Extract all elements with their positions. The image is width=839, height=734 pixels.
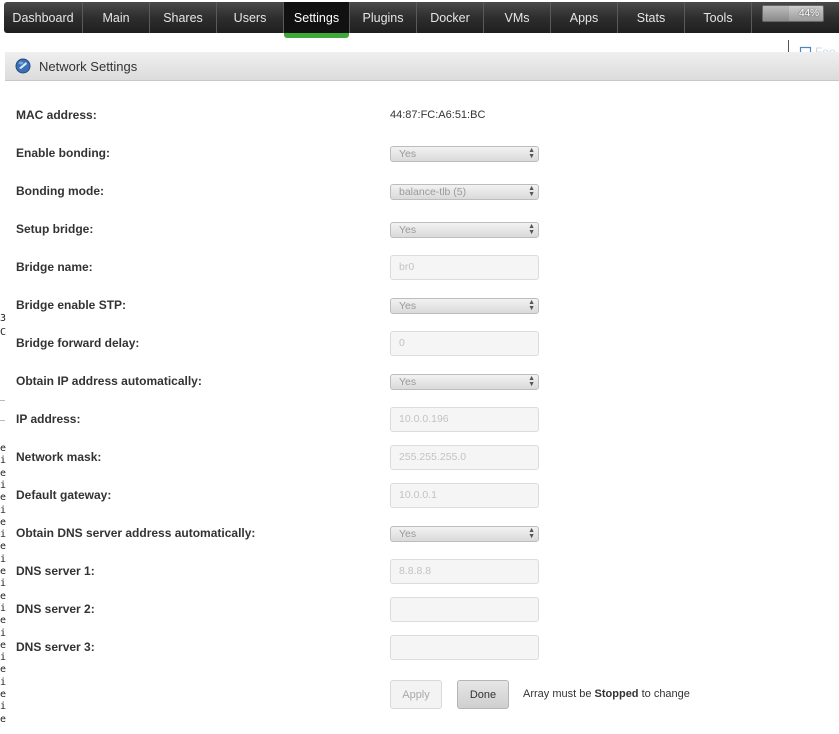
tab-tools[interactable]: Tools (685, 2, 752, 33)
cpu-load-meter: 44% (762, 5, 824, 22)
bridge-stp-label: Bridge enable STP: (16, 298, 127, 312)
tab-users[interactable]: Users (217, 2, 284, 33)
ip-address-label: IP address: (16, 412, 81, 426)
select-arrows-icon: ▲ ▼ (528, 299, 535, 312)
background-text: i (0, 627, 7, 639)
tab-dashboard[interactable]: Dashboard (4, 2, 83, 33)
obtain-dns-label: Obtain DNS server address automatically: (16, 526, 256, 540)
enable-bonding-select[interactable]: Yes ▲ ▼ (390, 146, 539, 162)
obtain-ip-select[interactable]: Yes ▲ ▼ (390, 374, 539, 390)
array-note-prefix: Array must be (523, 688, 595, 700)
cpu-load-label: 44% (798, 8, 819, 19)
default-gateway-label: Default gateway: (16, 488, 112, 502)
setup-bridge-label: Setup bridge: (16, 222, 94, 236)
background-text: e (0, 492, 7, 504)
done-button[interactable]: Done (457, 680, 509, 709)
select-arrows-icon: ▲ ▼ (528, 223, 535, 236)
page-title: Network Settings (39, 59, 138, 74)
bonding-mode-label: Bonding mode: (16, 184, 104, 198)
enable-bonding-label: Enable bonding: (16, 146, 110, 160)
background-text: i (0, 602, 7, 614)
array-status-note: Array must be Stopped to change (523, 688, 690, 700)
network-mask-label: Network mask: (16, 450, 102, 464)
background-divider (0, 420, 5, 421)
enable-bonding-value: Yes (399, 148, 417, 160)
top-navigation-bar: Dashboard Main Shares Users Settings Plu… (4, 2, 839, 38)
array-note-stopped: Stopped (594, 688, 639, 700)
background-divider (0, 400, 5, 401)
background-text: i (0, 504, 7, 516)
network-globe-icon (15, 58, 31, 74)
dns-server-2-label: DNS server 2: (16, 602, 95, 616)
background-text: i (0, 479, 7, 491)
mac-address-value: 44:87:FC:A6:51:BC (390, 109, 486, 121)
bridge-stp-select[interactable]: Yes ▲ ▼ (390, 298, 539, 314)
tab-apps[interactable]: Apps (551, 2, 618, 33)
background-text: e (0, 590, 7, 602)
tab-settings[interactable]: Settings (284, 2, 350, 38)
tab-stats[interactable]: Stats (618, 2, 685, 33)
select-arrows-icon: ▲ ▼ (528, 375, 535, 388)
background-text: i (0, 455, 7, 467)
select-arrows-icon: ▲ ▼ (528, 527, 535, 540)
tab-vms[interactable]: VMs (484, 2, 551, 33)
background-text: e (0, 639, 7, 651)
obtain-ip-value: Yes (399, 376, 417, 388)
section-title-bar: Network Settings (5, 52, 839, 81)
background-text: e (0, 516, 7, 528)
background-text: i (0, 676, 7, 688)
background-text: i (0, 553, 7, 565)
ip-address-input[interactable]: 10.0.0.196 (390, 407, 539, 432)
bridge-name-label: Bridge name: (16, 260, 93, 274)
tab-docker[interactable]: Docker (417, 2, 484, 33)
background-text: e (0, 713, 7, 725)
dns-server-3-label: DNS server 3: (16, 640, 95, 654)
dns-server-3-input[interactable] (390, 635, 539, 660)
obtain-dns-value: Yes (399, 528, 417, 540)
obtain-dns-select[interactable]: Yes ▲ ▼ (390, 526, 539, 542)
setup-bridge-select[interactable]: Yes ▲ ▼ (390, 222, 539, 238)
mac-address-label: MAC address: (16, 108, 97, 122)
default-gateway-input[interactable]: 10.0.0.1 (390, 483, 539, 508)
tab-main[interactable]: Main (83, 2, 150, 33)
array-note-suffix: to change (638, 688, 690, 700)
select-arrows-icon: ▲ ▼ (528, 185, 535, 198)
background-page-strip: 3Ceieieieieieieieieieieie (0, 0, 7, 734)
apply-button[interactable]: Apply (390, 680, 442, 709)
bridge-stp-value: Yes (399, 300, 417, 312)
obtain-ip-label: Obtain IP address automatically: (16, 374, 202, 388)
background-text: i (0, 578, 7, 590)
background-text: i (0, 529, 7, 541)
background-text: 3 (0, 313, 7, 324)
background-text: e (0, 664, 7, 676)
background-text: e (0, 566, 7, 577)
dns-server-2-input[interactable] (390, 597, 539, 622)
cpu-load-fill (763, 6, 790, 21)
background-text: e (0, 615, 7, 627)
tab-shares[interactable]: Shares (150, 2, 217, 33)
dns-server-1-label: DNS server 1: (16, 564, 95, 578)
background-text: C (0, 327, 7, 338)
background-text: e (0, 443, 7, 454)
setup-bridge-value: Yes (399, 224, 417, 236)
background-text: i (0, 652, 7, 664)
bridge-forward-delay-input[interactable]: 0 (390, 331, 539, 356)
tab-plugins[interactable]: Plugins (350, 2, 417, 33)
background-text: e (0, 467, 7, 479)
select-arrows-icon: ▲ ▼ (528, 147, 535, 160)
bridge-forward-delay-label: Bridge forward delay: (16, 336, 140, 350)
dns-server-1-input[interactable]: 8.8.8.8 (390, 559, 539, 584)
background-text: e (0, 689, 7, 700)
background-text: i (0, 701, 7, 713)
bonding-mode-select[interactable]: balance-tlb (5) ▲ ▼ (390, 184, 539, 200)
bonding-mode-value: balance-tlb (5) (399, 186, 467, 198)
background-text: e (0, 541, 7, 553)
network-mask-input[interactable]: 255.255.255.0 (390, 445, 539, 470)
bridge-name-input[interactable]: br0 (390, 255, 539, 280)
